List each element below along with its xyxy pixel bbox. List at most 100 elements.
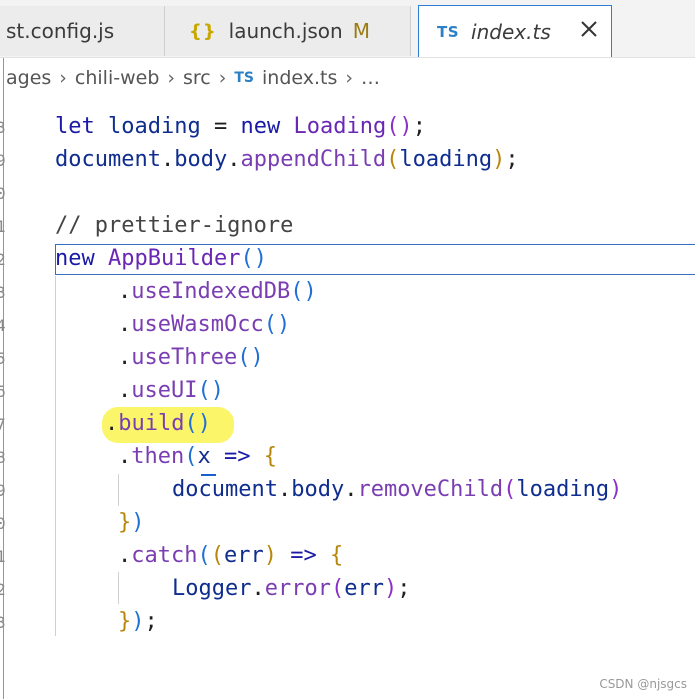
indent-guide bbox=[118, 572, 119, 604]
line-number: 3 bbox=[0, 613, 6, 632]
line-number: 3 bbox=[0, 283, 6, 302]
code-line: .catch((err) => { bbox=[118, 539, 343, 572]
dot: . bbox=[344, 477, 358, 502]
chevron-right-icon: › bbox=[218, 67, 227, 89]
line-number: 5 bbox=[0, 349, 6, 368]
line-number: 7 bbox=[0, 415, 6, 434]
chevron-right-icon: › bbox=[345, 67, 353, 89]
code-line: .then(x => { bbox=[118, 440, 277, 473]
variable-loading: loading bbox=[108, 114, 201, 139]
line-number: 0 bbox=[0, 184, 6, 203]
class-appbuilder: AppBuilder bbox=[108, 246, 241, 271]
semicolon: ; bbox=[144, 609, 158, 634]
dot: . bbox=[118, 543, 132, 568]
argument-loading: loading bbox=[516, 477, 610, 502]
code-line: .useUI() bbox=[118, 374, 224, 407]
editor-tab-bar: st.config.js {} launch.json M TS index.t… bbox=[0, 0, 695, 58]
method-catch: catch bbox=[131, 543, 198, 568]
tab-launch-json[interactable]: {} launch.json M bbox=[165, 6, 411, 56]
arrow-operator: => bbox=[276, 543, 330, 568]
class-loading: Loading bbox=[293, 114, 387, 139]
method-appendchild: appendChild bbox=[240, 147, 387, 172]
code-line: .useIndexedDB() bbox=[118, 275, 317, 308]
dot: . bbox=[227, 147, 241, 172]
line-number: 2 bbox=[0, 250, 6, 269]
open-paren: ( bbox=[210, 543, 224, 568]
assign-operator: = bbox=[200, 114, 241, 139]
parameter-err: err bbox=[223, 543, 264, 568]
breadcrumb: ages › chili-web › src › TS index.ts › … bbox=[0, 58, 695, 98]
code-line: let loading = new Loading(); bbox=[55, 110, 426, 143]
method-error: error bbox=[264, 576, 331, 601]
method-useindexeddb: useIndexedDB bbox=[131, 279, 291, 304]
semicolon: ; bbox=[505, 147, 519, 172]
open-paren: ( bbox=[503, 477, 517, 502]
close-paren: ) bbox=[492, 147, 506, 172]
code-line: new AppBuilder() bbox=[55, 242, 267, 275]
keyword-new: new bbox=[240, 114, 281, 139]
dot: . bbox=[277, 477, 292, 502]
indent-guide bbox=[55, 276, 56, 636]
dot: . bbox=[118, 378, 132, 403]
parameter-x: x bbox=[197, 444, 211, 469]
close-paren: ) bbox=[263, 543, 277, 568]
tab-index-ts[interactable]: TS index.ts bbox=[418, 5, 612, 57]
close-brace: } bbox=[118, 609, 132, 634]
property-body: body bbox=[291, 477, 345, 502]
code-editor[interactable]: 3 9 0 1 2 3 4 5 6 7 8 9 0 1 2 3 let load… bbox=[0, 98, 695, 699]
line-number: 1 bbox=[0, 547, 6, 566]
parens: () bbox=[197, 378, 224, 403]
method-usethree: useThree bbox=[131, 345, 238, 370]
identifier-document: document bbox=[55, 147, 161, 172]
code-line: Logger.error(err); bbox=[172, 572, 410, 605]
open-paren: ( bbox=[386, 147, 400, 172]
tab-jest-config[interactable]: st.config.js bbox=[0, 6, 165, 56]
parens: () bbox=[263, 312, 291, 337]
arrow-operator: => bbox=[210, 444, 264, 469]
close-paren: ) bbox=[131, 510, 145, 535]
code-line: .useThree() bbox=[118, 341, 264, 374]
parens: () bbox=[237, 345, 264, 370]
line-number: 2 bbox=[0, 580, 6, 599]
semicolon: ; bbox=[412, 114, 426, 139]
code-line: .build() bbox=[105, 407, 211, 440]
open-brace: { bbox=[263, 444, 277, 469]
dot: . bbox=[251, 576, 265, 601]
method-build: build bbox=[118, 411, 185, 436]
breadcrumb-item-symbols[interactable]: … bbox=[361, 67, 380, 89]
dot: . bbox=[118, 444, 132, 469]
breadcrumb-item-chili-web[interactable]: chili-web bbox=[75, 67, 159, 89]
close-icon[interactable] bbox=[577, 17, 601, 41]
open-brace: { bbox=[329, 543, 344, 568]
keyword-new: new bbox=[55, 246, 95, 271]
dot: . bbox=[118, 312, 132, 337]
line-number: 9 bbox=[0, 151, 6, 170]
method-removechild: removeChild bbox=[357, 477, 504, 502]
dot: . bbox=[118, 279, 132, 304]
line-number: 9 bbox=[0, 481, 6, 500]
open-paren: ( bbox=[330, 576, 345, 601]
line-number: 3 bbox=[0, 118, 6, 137]
property-body: body bbox=[174, 147, 228, 172]
line-number: 6 bbox=[0, 382, 6, 401]
typescript-file-icon: TS bbox=[234, 70, 254, 86]
line-number: 8 bbox=[0, 448, 6, 467]
code-line: }) bbox=[118, 506, 145, 539]
dot: . bbox=[105, 411, 119, 436]
code-line: document.body.appendChild(loading); bbox=[55, 143, 519, 176]
close-paren: ) bbox=[383, 576, 398, 601]
parens: () bbox=[386, 114, 413, 139]
breadcrumb-item-index-ts[interactable]: index.ts bbox=[262, 67, 337, 89]
method-then: then bbox=[131, 444, 185, 469]
line-number: 1 bbox=[0, 217, 6, 236]
breadcrumb-item-src[interactable]: src bbox=[183, 67, 211, 89]
chevron-right-icon: › bbox=[167, 67, 175, 89]
code-comment: // prettier-ignore bbox=[55, 213, 294, 238]
line-number: 0 bbox=[0, 514, 6, 533]
open-paren: ( bbox=[197, 543, 211, 568]
breadcrumb-item-packages[interactable]: ages bbox=[6, 67, 51, 89]
chevron-right-icon: › bbox=[59, 67, 67, 89]
